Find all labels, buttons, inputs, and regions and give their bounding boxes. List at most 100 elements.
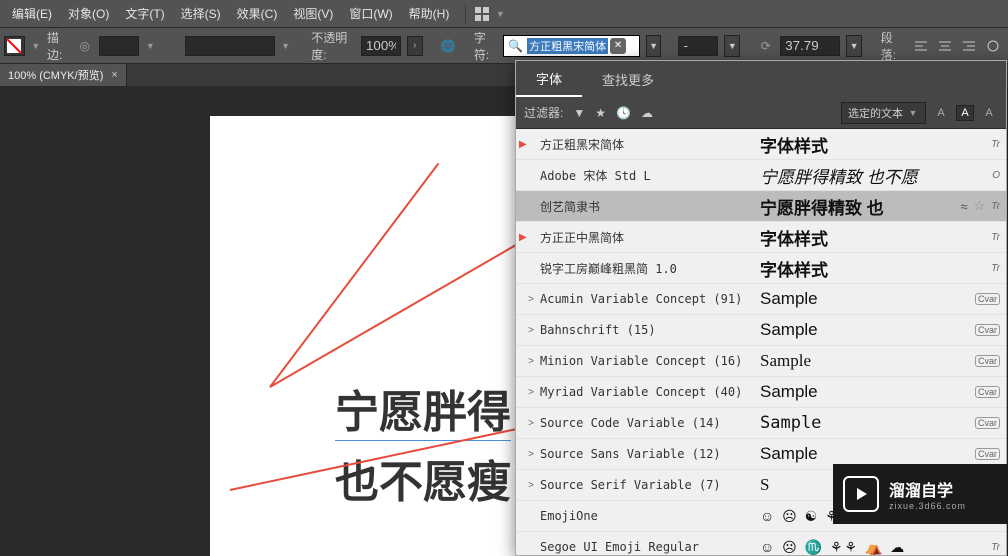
favorite-star-icon[interactable]: ☆ [974,198,986,214]
align-left-button[interactable] [910,35,932,57]
document-tab[interactable]: 100% (CMYK/预览) × [0,64,127,86]
preview-size-large[interactable]: A [980,105,998,121]
workspace-switcher[interactable]: ▼ [474,6,506,22]
font-size-icon: ⟳ [757,36,774,56]
menu-help[interactable]: 帮助(H) [401,1,458,26]
align-right-button[interactable] [958,35,980,57]
font-preview: Sample [760,320,940,340]
expand-toggle[interactable]: > [522,418,540,429]
font-row-icons [940,263,1000,274]
menu-select[interactable]: 选择(S) [173,1,229,26]
menu-separator [465,5,466,23]
font-row[interactable]: >Minion Variable Concept (16)SampleCvar [516,346,1006,377]
font-preview: Sample [760,444,940,464]
cloud-sync-icon[interactable]: ☁ [641,106,653,120]
font-row[interactable]: >Source Code Variable (14)SampleCvar [516,408,1006,439]
font-row-icons: Cvar [940,355,1000,367]
align-center-button[interactable] [934,35,956,57]
font-search-value: 方正粗黑宋简体 [527,38,608,54]
font-preview: ☺ ☹ ♏ ⚘⚘ ⛺ ☁ [760,539,940,556]
filter-funnel-icon[interactable]: ▼ [573,106,585,120]
grid-icon [474,6,490,22]
font-size-input[interactable] [780,36,840,56]
font-row[interactable]: >Myriad Variable Concept (40)SampleCvar [516,377,1006,408]
no-color-icon [7,39,21,53]
tab-fonts[interactable]: 字体 [516,61,582,97]
favorites-star-icon[interactable]: ★ [595,106,606,120]
font-row[interactable]: 锐字工房巅峰粗黑简 1.0字体样式 [516,253,1006,284]
font-row[interactable]: Adobe 宋体 Std L宁愿胖得精致 也不愿 [516,160,1006,191]
expand-toggle[interactable]: > [522,480,540,491]
opacity-more-button[interactable]: › [407,36,423,56]
font-row-icons: Cvar [940,293,1000,305]
menu-window[interactable]: 窗口(W) [341,1,400,26]
font-type-badge: Cvar [975,324,1000,336]
menu-edit[interactable]: 编辑(E) [4,1,60,26]
font-size-dropdown[interactable]: ▼ [846,35,862,57]
menu-effect[interactable]: 效果(C) [229,1,286,26]
expand-toggle[interactable]: > [522,294,540,305]
annotation-marker: ▶ [519,232,527,243]
canvas-text-line2[interactable]: 也不愿瘦 [335,446,511,510]
chevron-down-icon[interactable]: ▼ [281,40,291,52]
expand-toggle[interactable]: > [522,356,540,367]
menu-view[interactable]: 视图(V) [285,1,341,26]
font-type-badge [991,542,1000,553]
opacity-input[interactable] [361,36,401,56]
menu-text[interactable]: 文字(T) [117,1,172,26]
similar-icon[interactable]: ≈ [961,199,968,214]
chevron-down-icon[interactable]: ▼ [145,40,155,52]
font-search-field[interactable]: 🔍 方正粗黑宋简体 ✕ [503,35,640,57]
fill-swatch[interactable] [4,36,25,56]
menubar: 编辑(E) 对象(O) 文字(T) 选择(S) 效果(C) 视图(V) 窗口(W… [0,0,1008,28]
font-name: 创艺简隶书 [540,198,760,215]
filter-label: 过滤器: [524,104,563,121]
font-row[interactable]: >Acumin Variable Concept (91)SampleCvar [516,284,1006,315]
font-type-badge [991,139,1000,150]
clear-icon[interactable]: ✕ [610,38,626,54]
recent-clock-icon[interactable]: 🕓 [616,106,631,120]
preview-size-small[interactable]: A [932,105,950,121]
para-align-group [910,35,1004,57]
font-name: Source Sans Variable (12) [540,447,760,461]
font-preview: 字体样式 [760,256,940,281]
font-panel-toolbar: 过滤器: ▼ ★ 🕓 ☁ 选定的文本 ▼ A A A [516,97,1006,129]
font-row[interactable]: ▶方正正中黑简体字体样式 [516,222,1006,253]
preview-size-medium[interactable]: A [956,105,974,121]
expand-toggle[interactable]: > [522,449,540,460]
align-justify-button[interactable] [982,35,1004,57]
chevron-down-icon[interactable]: ▼ [31,40,41,52]
font-name: Adobe 宋体 Std L [540,167,760,184]
font-style-input[interactable] [678,36,718,56]
font-type-badge [991,201,1000,212]
font-type-badge: Cvar [975,448,1000,460]
font-panel-tabs: 字体 查找更多 [516,61,1006,97]
document-tab-title: 100% (CMYK/预览) [8,67,103,83]
char-label: 字符: [474,29,497,63]
paragraph-label: 段落: [881,29,904,63]
globe-icon[interactable]: 🌐 [440,36,457,56]
canvas-text-line1[interactable]: 宁愿胖得 [335,376,511,441]
font-row[interactable]: Segoe UI Emoji Regular☺ ☹ ♏ ⚘⚘ ⛺ ☁ [516,532,1006,555]
tab-find-more[interactable]: 查找更多 [582,61,674,97]
menu-object[interactable]: 对象(O) [60,1,117,26]
chevron-down-icon: ▼ [494,8,506,20]
opacity-label: 不透明度: [311,29,355,63]
stroke-weight-input[interactable] [99,36,139,56]
expand-toggle[interactable]: > [522,325,540,336]
close-icon[interactable]: × [111,69,117,81]
annotation-marker: ▶ [519,139,527,150]
font-style-dropdown[interactable]: ▼ [724,35,740,57]
font-preview: Sample [760,382,940,402]
preview-text-dropdown[interactable]: 选定的文本 ▼ [841,102,926,124]
font-preview: 宁愿胖得精致 也 [760,194,940,219]
font-preview: Sample [760,351,940,371]
chevron-down-icon: ▼ [907,107,919,119]
expand-toggle[interactable]: > [522,387,540,398]
font-row[interactable]: ▶方正粗黑宋简体字体样式 [516,129,1006,160]
stroke-profile-input[interactable] [185,36,275,56]
font-row[interactable]: 创艺简隶书宁愿胖得精致 也 ≈ ☆ [516,191,1006,222]
options-bar: ▼ 描边: ◎ ▼ ▼ 不透明度: › 🌐 字符: 🔍 方正粗黑宋简体 ✕ ▼ … [0,28,1008,64]
font-row[interactable]: >Bahnschrift (15)SampleCvar [516,315,1006,346]
font-dropdown-button[interactable]: ▼ [646,35,662,57]
